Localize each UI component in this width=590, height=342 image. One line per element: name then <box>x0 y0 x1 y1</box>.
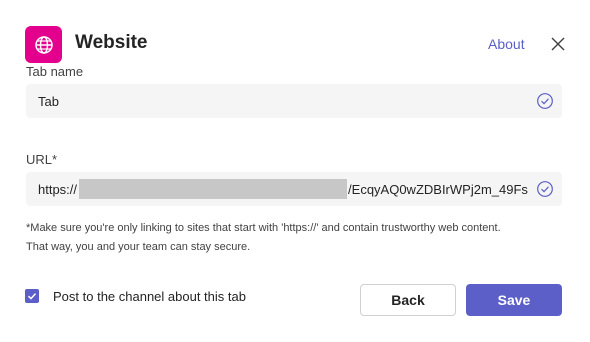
globe-icon <box>34 35 53 54</box>
url-input[interactable]: https:// /EcqyAQ0wZDBIrWPj2m_49Fs <box>26 172 562 206</box>
url-value-suffix: /EcqyAQ0wZDBIrWPj2m_49Fs <box>348 181 528 197</box>
tab-name-value: Tab <box>38 93 59 109</box>
website-app-icon <box>25 26 62 63</box>
save-button[interactable]: Save <box>466 284 562 316</box>
close-icon <box>551 37 565 51</box>
checkmark-icon <box>27 293 37 300</box>
url-label: URL* <box>26 152 58 167</box>
tab-name-input[interactable]: Tab <box>26 84 562 118</box>
back-button[interactable]: Back <box>360 284 456 316</box>
check-circle-icon <box>537 181 553 197</box>
dialog-title: Website <box>75 32 148 53</box>
url-value-prefix: https:// <box>38 181 78 197</box>
url-redacted-block <box>79 179 348 199</box>
close-button[interactable] <box>548 34 568 54</box>
check-circle-icon <box>537 93 553 109</box>
post-to-channel-label: Post to the channel about this tab <box>53 289 246 304</box>
security-note-line1: *Make sure you're only linking to sites … <box>26 222 501 234</box>
post-to-channel-checkbox[interactable] <box>25 289 39 303</box>
about-link[interactable]: About <box>488 36 525 52</box>
security-note-line2: That way, you and your team can stay sec… <box>26 241 251 253</box>
website-tab-dialog: Website About Tab name Tab URL* https://… <box>0 0 590 342</box>
tab-name-label: Tab name <box>26 64 84 79</box>
security-note: *Make sure you're only linking to sites … <box>26 219 566 257</box>
